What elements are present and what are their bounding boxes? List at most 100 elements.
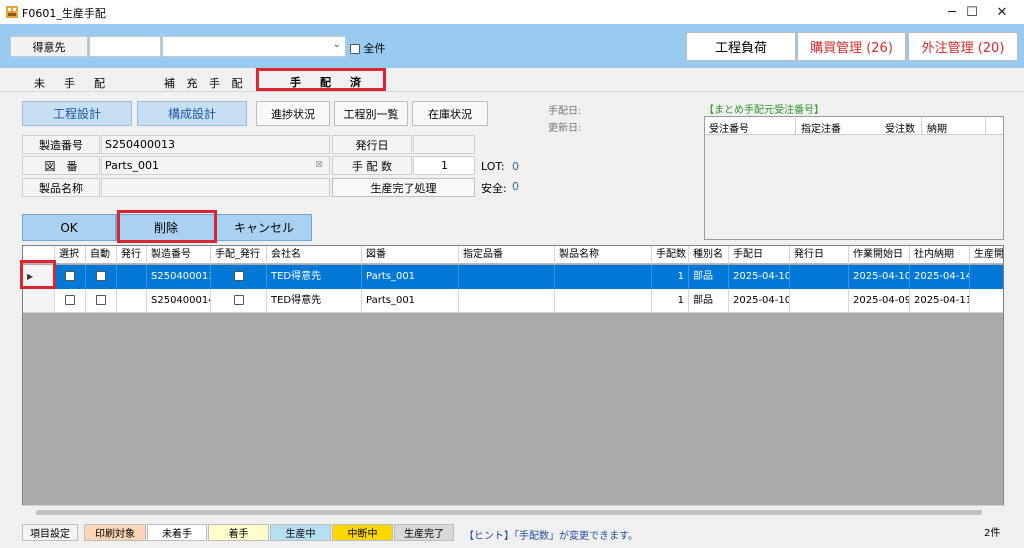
product-cell[interactable] — [555, 289, 652, 313]
auto-checkbox[interactable] — [96, 295, 106, 305]
grid-col-select[interactable]: 選択 — [55, 246, 86, 264]
start-date-cell[interactable]: 2025-04-10 — [849, 265, 910, 289]
arrange-issue-cell[interactable] — [211, 265, 267, 289]
auto-cell[interactable] — [86, 265, 117, 289]
legend-item-suspended[interactable]: 中断中 — [332, 524, 393, 541]
mfg-no-cell[interactable]: S250400014 — [147, 289, 211, 313]
customer-name-select[interactable]: ⌄ — [162, 36, 346, 57]
summary-col-order-qty: 受注数 — [885, 124, 915, 135]
arrange-date-cell[interactable]: 2025-04-10 — [729, 265, 790, 289]
auto-checkbox[interactable] — [96, 271, 106, 281]
process-list-button[interactable]: 工程別一覧 — [334, 101, 408, 126]
qty-cell[interactable]: 1 — [652, 289, 689, 313]
company-cell[interactable]: TED得意先 — [267, 289, 362, 313]
legend-item-in-production[interactable]: 生産中 — [270, 524, 331, 541]
drawing-cell[interactable]: Parts_001 — [362, 289, 459, 313]
ok-button[interactable]: OK — [22, 214, 116, 241]
company-cell[interactable]: TED得意先 — [267, 265, 362, 289]
part-no-cell[interactable] — [459, 265, 555, 289]
production-cell[interactable] — [970, 289, 1003, 313]
purchase-management-button[interactable]: 購買管理 (26) — [797, 32, 906, 61]
grid-col-start-date[interactable]: 作業開始日 — [849, 246, 910, 264]
issue-date-field[interactable] — [413, 135, 475, 154]
select-checkbox[interactable] — [65, 295, 75, 305]
drawing-cell[interactable]: Parts_001 — [362, 265, 459, 289]
mfg-no-cell[interactable]: S250400013 — [147, 265, 211, 289]
product-cell[interactable] — [555, 265, 652, 289]
issue-date-cell[interactable] — [790, 289, 849, 313]
legend-item-completed[interactable]: 生産完了 — [394, 524, 454, 541]
select-cell[interactable] — [55, 289, 86, 313]
summary-table[interactable]: 受注番号 指定注番 受注数 納期 — [704, 116, 1004, 240]
legend-item-not-started[interactable]: 未着手 — [147, 524, 207, 541]
arrange-issue-cell[interactable] — [211, 289, 267, 313]
grid-col-mfg-no[interactable]: 製造番号 — [147, 246, 211, 264]
lot-label: LOT: — [481, 160, 505, 173]
type-cell[interactable]: 部品 — [689, 265, 729, 289]
grid-col-type[interactable]: 種別名 — [689, 246, 729, 264]
grid-col-product-name[interactable]: 製品名称 — [555, 246, 652, 264]
qty-field[interactable]: 1 — [413, 156, 475, 175]
grid-col-auto[interactable]: 自動 — [86, 246, 117, 264]
auto-cell[interactable] — [86, 289, 117, 313]
process-design-button[interactable]: 工程設計 — [22, 101, 132, 126]
all-checkbox[interactable]: 全件 — [350, 40, 386, 56]
mfg-no-field[interactable]: S250400013 — [101, 135, 330, 154]
progress-button[interactable]: 進捗状況 — [256, 101, 330, 126]
grid-header: 選択 自動 発行 製造番号 手配_発行 会社名 図番 指定品番 製品名称 手配数… — [23, 246, 1003, 264]
grid-col-issue-date[interactable]: 発行日 — [790, 246, 849, 264]
all-checkbox-box[interactable] — [350, 44, 360, 54]
table-row[interactable]: S250400014 TED得意先 Parts_001 1 部品 2025-04… — [23, 289, 1003, 313]
select-cell[interactable] — [55, 265, 86, 289]
grid-col-part-no[interactable]: 指定品番 — [459, 246, 555, 264]
type-cell[interactable]: 部品 — [689, 289, 729, 313]
production-complete-button[interactable]: 生産完了処理 — [332, 178, 475, 197]
customer-code-input[interactable] — [89, 36, 161, 57]
arrange-issue-checkbox[interactable] — [233, 295, 244, 305]
due-date-cell[interactable]: 2025-04-11 — [910, 289, 970, 313]
highlight-box-row — [20, 260, 56, 289]
grid-col-issue[interactable]: 発行 — [117, 246, 147, 264]
structure-design-button[interactable]: 構成設計 — [137, 101, 247, 126]
legend-item-started[interactable]: 着手 — [208, 524, 269, 541]
part-no-cell[interactable] — [459, 289, 555, 313]
grid-col-company[interactable]: 会社名 — [267, 246, 362, 264]
outsource-management-button[interactable]: 外注管理 (20) — [908, 32, 1018, 61]
table-row[interactable]: ▶ S250400013 TED得意先 Parts_001 1 部品 2025-… — [23, 265, 1003, 289]
safety-value: 0 — [512, 180, 519, 193]
close-button[interactable]: ✕ — [980, 0, 1024, 24]
product-name-field[interactable] — [101, 178, 330, 197]
arrangement-grid[interactable]: 選択 自動 発行 製造番号 手配_発行 会社名 図番 指定品番 製品名称 手配数… — [22, 245, 1004, 519]
legend-item-settings[interactable]: 項目設定 — [22, 524, 78, 541]
qty-cell[interactable]: 1 — [652, 265, 689, 289]
due-date-cell[interactable]: 2025-04-14 — [910, 265, 970, 289]
start-date-cell[interactable]: 2025-04-09 — [849, 289, 910, 313]
summary-col-specified-no: 指定注番 — [801, 124, 841, 135]
tab-replenish[interactable]: 補 充 手 配 — [164, 75, 247, 91]
arrange-issue-checkbox[interactable] — [233, 271, 244, 281]
update-date-label: 更新日: — [548, 123, 582, 134]
chevron-down-icon[interactable]: ⌄ — [333, 39, 341, 50]
arrange-date-cell[interactable]: 2025-04-10 — [729, 289, 790, 313]
grid-col-arrange-issue[interactable]: 手配_発行 — [211, 246, 267, 264]
drawing-field[interactable]: Parts_001 ⊠ — [101, 156, 330, 175]
grid-col-due-date[interactable]: 社内納期 — [910, 246, 970, 264]
grid-col-arrange-date[interactable]: 手配日 — [729, 246, 790, 264]
tab-bar — [0, 68, 1024, 92]
production-cell[interactable] — [970, 265, 1003, 289]
legend-item-print-target[interactable]: 印刷対象 — [84, 524, 146, 541]
grid-col-qty[interactable]: 手配数 — [652, 246, 689, 264]
scrollbar-thumb[interactable] — [36, 510, 982, 515]
cancel-button[interactable]: キャンセル — [216, 214, 312, 241]
stock-button[interactable]: 在庫状況 — [412, 101, 488, 126]
issue-date-cell[interactable] — [790, 265, 849, 289]
grid-col-drawing[interactable]: 図番 — [362, 246, 459, 264]
select-checkbox[interactable] — [65, 271, 75, 281]
horizontal-scrollbar[interactable] — [22, 505, 1004, 519]
row-header-cell[interactable] — [23, 289, 55, 313]
issue-cell — [117, 289, 147, 313]
tab-unarranged[interactable]: 未 手 配 — [34, 75, 109, 91]
process-load-button[interactable]: 工程負荷 — [686, 32, 796, 61]
grid-col-production[interactable]: 生産開 — [970, 246, 1003, 264]
clear-icon[interactable]: ⊠ — [315, 160, 323, 170]
